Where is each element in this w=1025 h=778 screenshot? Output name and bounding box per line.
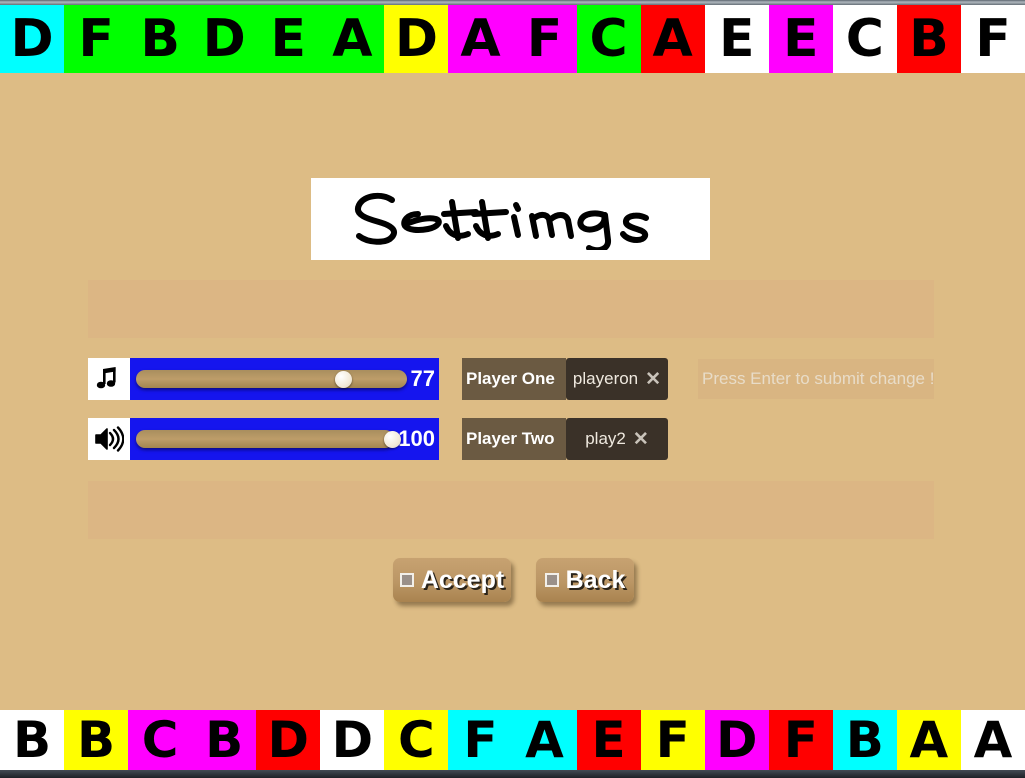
music-volume-slider[interactable]: 77 (130, 358, 439, 400)
sound-slider-track[interactable] (136, 430, 402, 448)
top-letter-tile-9: C (576, 5, 641, 73)
bottom-letter-tile-14: A (896, 710, 961, 770)
music-slider-track[interactable] (136, 370, 407, 388)
bottom-letter-tile-10: F (640, 710, 705, 770)
music-note-icon (88, 358, 130, 400)
bottom-letter-tile-8: A (512, 710, 577, 770)
window-chrome-bottom (0, 770, 1025, 778)
top-letter-tile-3: D (192, 5, 257, 73)
player-one-value[interactable]: playeron (573, 369, 638, 389)
player-one-field[interactable]: playeron ✕ (566, 358, 668, 400)
music-volume-row: 77 (88, 358, 439, 400)
top-letter-tile-1: F (64, 5, 129, 73)
upper-decorative-panel (88, 280, 934, 338)
top-letter-tile-2: B (128, 5, 193, 73)
bottom-letter-tile-2: C (128, 710, 193, 770)
player-one-label: Player One (462, 358, 566, 400)
top-letter-tile-10: A (640, 5, 705, 73)
top-letter-tile-5: A (320, 5, 385, 73)
bottom-letter-tile-6: C (384, 710, 449, 770)
settings-handwritten-title (354, 192, 649, 250)
top-letter-tile-7: A (448, 5, 513, 73)
music-slider-knob[interactable] (335, 371, 353, 388)
submit-hint-box: Press Enter to submit change ! (698, 359, 934, 399)
top-letter-tile-0: D (0, 5, 65, 73)
sound-volume-row: 100 (88, 418, 439, 460)
music-note-icon-glyph (96, 367, 116, 389)
accept-button-label: Accept (420, 565, 505, 594)
bottom-letter-tile-4: D (256, 710, 321, 770)
player-two-field[interactable]: play2 ✕ (566, 418, 668, 460)
bottom-letter-tile-15: A (960, 710, 1025, 770)
clear-icon[interactable]: ✕ (645, 370, 661, 389)
player-two-label: Player Two (462, 418, 566, 460)
bottom-letter-strip: BBCBDDCFAEFDFBAA (0, 710, 1025, 770)
top-letter-tile-6: D (384, 5, 449, 73)
player-two-row: Player Two play2 ✕ (462, 418, 668, 460)
top-letter-tile-13: C (832, 5, 897, 73)
bottom-letter-tile-1: B (64, 710, 129, 770)
top-letter-tile-14: B (896, 5, 961, 73)
lower-decorative-panel (88, 481, 934, 539)
speaker-volume-icon (88, 418, 130, 460)
bottom-letter-tile-11: D (704, 710, 769, 770)
bottom-letter-tile-9: E (576, 710, 641, 770)
checkbox-icon (544, 573, 559, 587)
top-letter-tile-15: F (960, 5, 1025, 73)
bottom-letter-tile-3: B (192, 710, 257, 770)
player-two-value[interactable]: play2 (585, 429, 626, 449)
clear-icon[interactable]: ✕ (633, 430, 649, 449)
top-letter-strip: DFBDEADAFCAEECBF (0, 5, 1025, 73)
top-letter-tile-11: E (704, 5, 769, 73)
page-title-banner (311, 178, 710, 260)
bottom-letter-tile-5: D (320, 710, 385, 770)
bottom-letter-tile-0: B (0, 710, 65, 770)
settings-screen: DFBDEADAFCAEECBF 77 100 Player One playe… (0, 0, 1025, 778)
top-letter-tile-8: F (512, 5, 577, 73)
accept-button[interactable]: Accept (393, 558, 511, 602)
top-letter-tile-4: E (256, 5, 321, 73)
top-letter-tile-12: E (768, 5, 833, 73)
back-button[interactable]: Back (536, 558, 634, 602)
music-volume-value: 77 (410, 366, 435, 391)
player-one-row: Player One playeron ✕ (462, 358, 668, 400)
back-button-label: Back (565, 565, 626, 594)
checkbox-icon (399, 573, 414, 587)
submit-hint-text: Press Enter to submit change ! (702, 369, 934, 388)
sound-volume-slider[interactable]: 100 (130, 418, 439, 460)
speaker-volume-icon-glyph (95, 426, 124, 452)
bottom-letter-tile-12: F (768, 710, 833, 770)
bottom-letter-tile-7: F (448, 710, 513, 770)
bottom-letter-tile-13: B (832, 710, 897, 770)
